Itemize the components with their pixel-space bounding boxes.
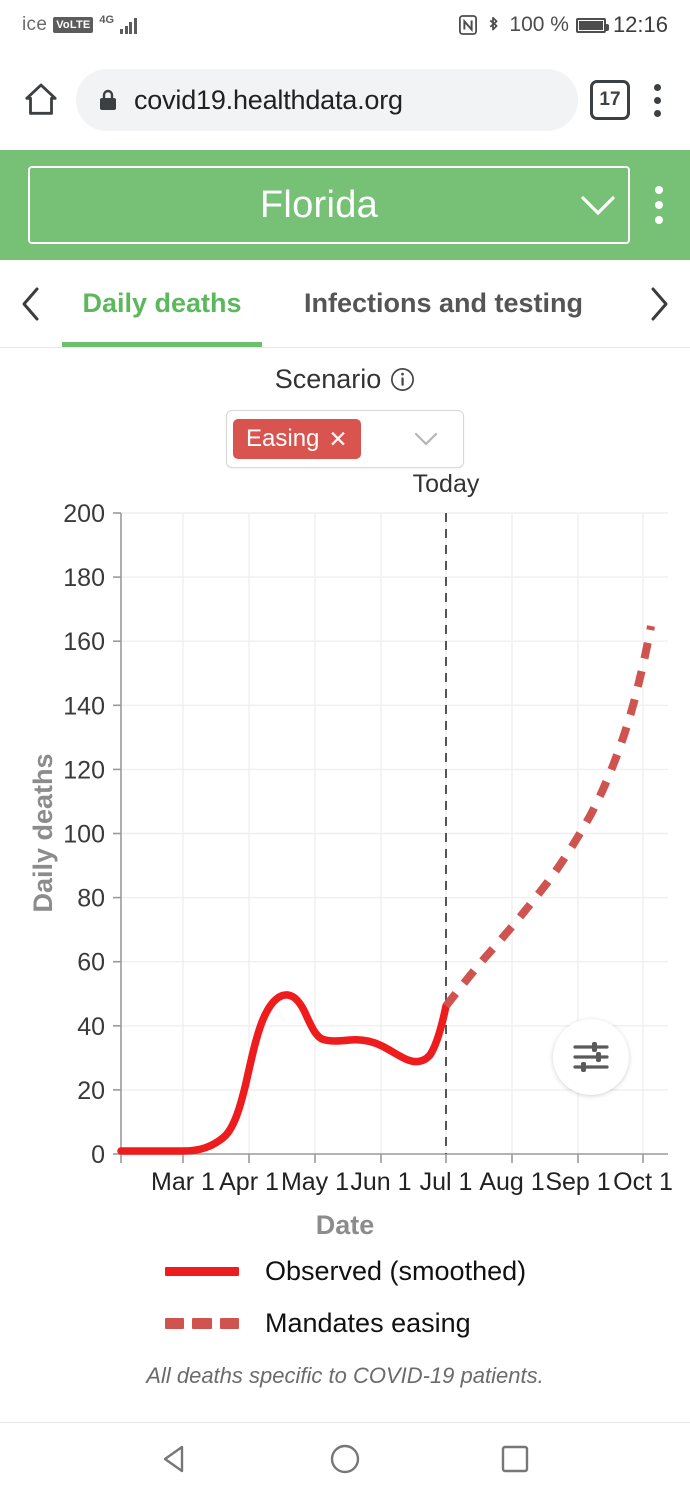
y-tick-label: 200 xyxy=(63,500,105,528)
battery-percent-label: 100 % xyxy=(509,13,569,36)
clock-label: 12:16 xyxy=(612,12,668,37)
legend-swatch-solid xyxy=(165,1266,239,1276)
location-bar: Florida xyxy=(0,150,690,260)
series-mandates-easing xyxy=(442,625,655,1009)
bluetooth-icon xyxy=(484,15,502,35)
location-label: Florida xyxy=(259,183,379,226)
carrier-label: ice xyxy=(22,14,48,35)
url-text: covid19.healthdata.org xyxy=(134,84,403,115)
y-tick-label: 160 xyxy=(63,628,105,656)
scenario-select[interactable]: Easing ✕ xyxy=(226,410,464,468)
tab-label: Daily deaths xyxy=(82,288,242,318)
status-bar-left: ice VoLTE 4G xyxy=(22,14,137,36)
home-icon[interactable] xyxy=(18,77,64,123)
y-tick-label: 80 xyxy=(77,885,105,913)
location-overflow-icon[interactable] xyxy=(644,186,674,224)
legend-label: Observed (smoothed) xyxy=(265,1255,527,1286)
circle-home-icon[interactable] xyxy=(317,1431,373,1487)
android-nav-bar xyxy=(0,1422,690,1494)
chart-x-axis: Mar 1 Apr 1 May 1 Jun 1 Jul 1 Aug 1 Sep … xyxy=(120,1153,673,1196)
scenario-chip-label: Easing xyxy=(246,425,320,452)
chart-tabs: Daily deaths Infections and testing xyxy=(0,260,690,348)
x-tick-label: Sep 1 xyxy=(545,1168,610,1196)
network-type-label: 4G xyxy=(99,14,115,26)
y-tick-label: 180 xyxy=(63,564,105,592)
legend-item-observed: Observed (smoothed) xyxy=(0,1245,690,1297)
scenario-label-text: Scenario xyxy=(274,364,382,394)
x-tick-label: Aug 1 xyxy=(479,1168,544,1196)
address-bar[interactable]: covid19.healthdata.org xyxy=(76,69,578,131)
scenario-heading: Scenario xyxy=(0,364,690,395)
browser-toolbar: covid19.healthdata.org 17 xyxy=(0,50,690,150)
chart-legend: Observed (smoothed) Mandates easing xyxy=(0,1245,690,1349)
y-tick-label: 60 xyxy=(77,949,105,977)
tab-infections-and-testing[interactable]: Infections and testing xyxy=(262,260,583,347)
chart-container: Today 200 180 160 140 120 100 80 60 40 2… xyxy=(0,468,690,1228)
scenario-section: Scenario Easing ✕ xyxy=(0,348,690,468)
chevron-down-icon[interactable] xyxy=(568,190,628,220)
battery-icon xyxy=(575,17,609,33)
chart-settings-button[interactable] xyxy=(553,1019,629,1095)
tab-label: Infections and testing xyxy=(304,288,584,318)
chart-gridlines-horizontal xyxy=(121,512,668,1091)
browser-menu-icon[interactable] xyxy=(642,83,672,117)
x-tick-label: Jun 1 xyxy=(350,1168,411,1196)
y-tick-label: 140 xyxy=(63,692,105,720)
chevron-right-icon[interactable] xyxy=(628,260,690,347)
x-tick-label: Jul 1 xyxy=(420,1168,473,1196)
x-tick-label: Apr 1 xyxy=(219,1168,279,1196)
chart-footnote: All deaths specific to COVID-19 patients… xyxy=(146,1363,544,1388)
close-x-icon[interactable]: ✕ xyxy=(328,426,347,453)
volte-badge: VoLTE xyxy=(53,17,94,33)
tab-count-label: 17 xyxy=(599,89,621,110)
tab-strip: Daily deaths Infections and testing xyxy=(62,260,628,347)
triangle-back-icon[interactable] xyxy=(147,1431,203,1487)
y-tick-label: 40 xyxy=(77,1013,105,1041)
nfc-icon xyxy=(459,15,478,35)
signal-bars-icon xyxy=(120,17,137,34)
chevron-left-icon[interactable] xyxy=(0,260,62,347)
status-bar: ice VoLTE 4G 100 % 12:16 xyxy=(0,0,690,50)
x-tick-label: Mar 1 xyxy=(151,1168,215,1196)
today-annotation-label: Today xyxy=(413,470,480,498)
y-tick-label: 100 xyxy=(63,821,105,849)
tab-daily-deaths[interactable]: Daily deaths xyxy=(62,260,262,347)
y-tick-label: 120 xyxy=(63,756,105,784)
sliders-settings-icon xyxy=(573,1042,609,1072)
legend-label: Mandates easing xyxy=(265,1307,471,1338)
x-tick-label: Oct 1 xyxy=(613,1168,673,1196)
lock-icon xyxy=(100,89,116,110)
chevron-down-icon[interactable] xyxy=(411,429,441,449)
y-tick-label: 20 xyxy=(77,1077,105,1105)
status-bar-right: 100 % 12:16 xyxy=(459,12,668,38)
location-select[interactable]: Florida xyxy=(28,166,630,244)
daily-deaths-line-chart: Today 200 180 160 140 120 100 80 60 40 2… xyxy=(28,470,673,1196)
chart-y-axis: 200 180 160 140 120 100 80 60 40 20 0 Da… xyxy=(28,500,122,1169)
y-tick-label: 0 xyxy=(91,1141,105,1169)
x-tick-label: May 1 xyxy=(281,1168,349,1196)
y-axis-title: Daily deaths xyxy=(28,753,58,912)
info-circle-icon[interactable] xyxy=(390,367,415,392)
legend-item-mandates-easing: Mandates easing xyxy=(0,1297,690,1349)
scenario-chip-easing[interactable]: Easing ✕ xyxy=(233,419,361,459)
square-recents-icon[interactable] xyxy=(487,1431,543,1487)
tab-count-button[interactable]: 17 xyxy=(590,80,630,120)
series-observed-smoothed xyxy=(117,991,450,1155)
legend-swatch-dashed xyxy=(165,1317,239,1329)
